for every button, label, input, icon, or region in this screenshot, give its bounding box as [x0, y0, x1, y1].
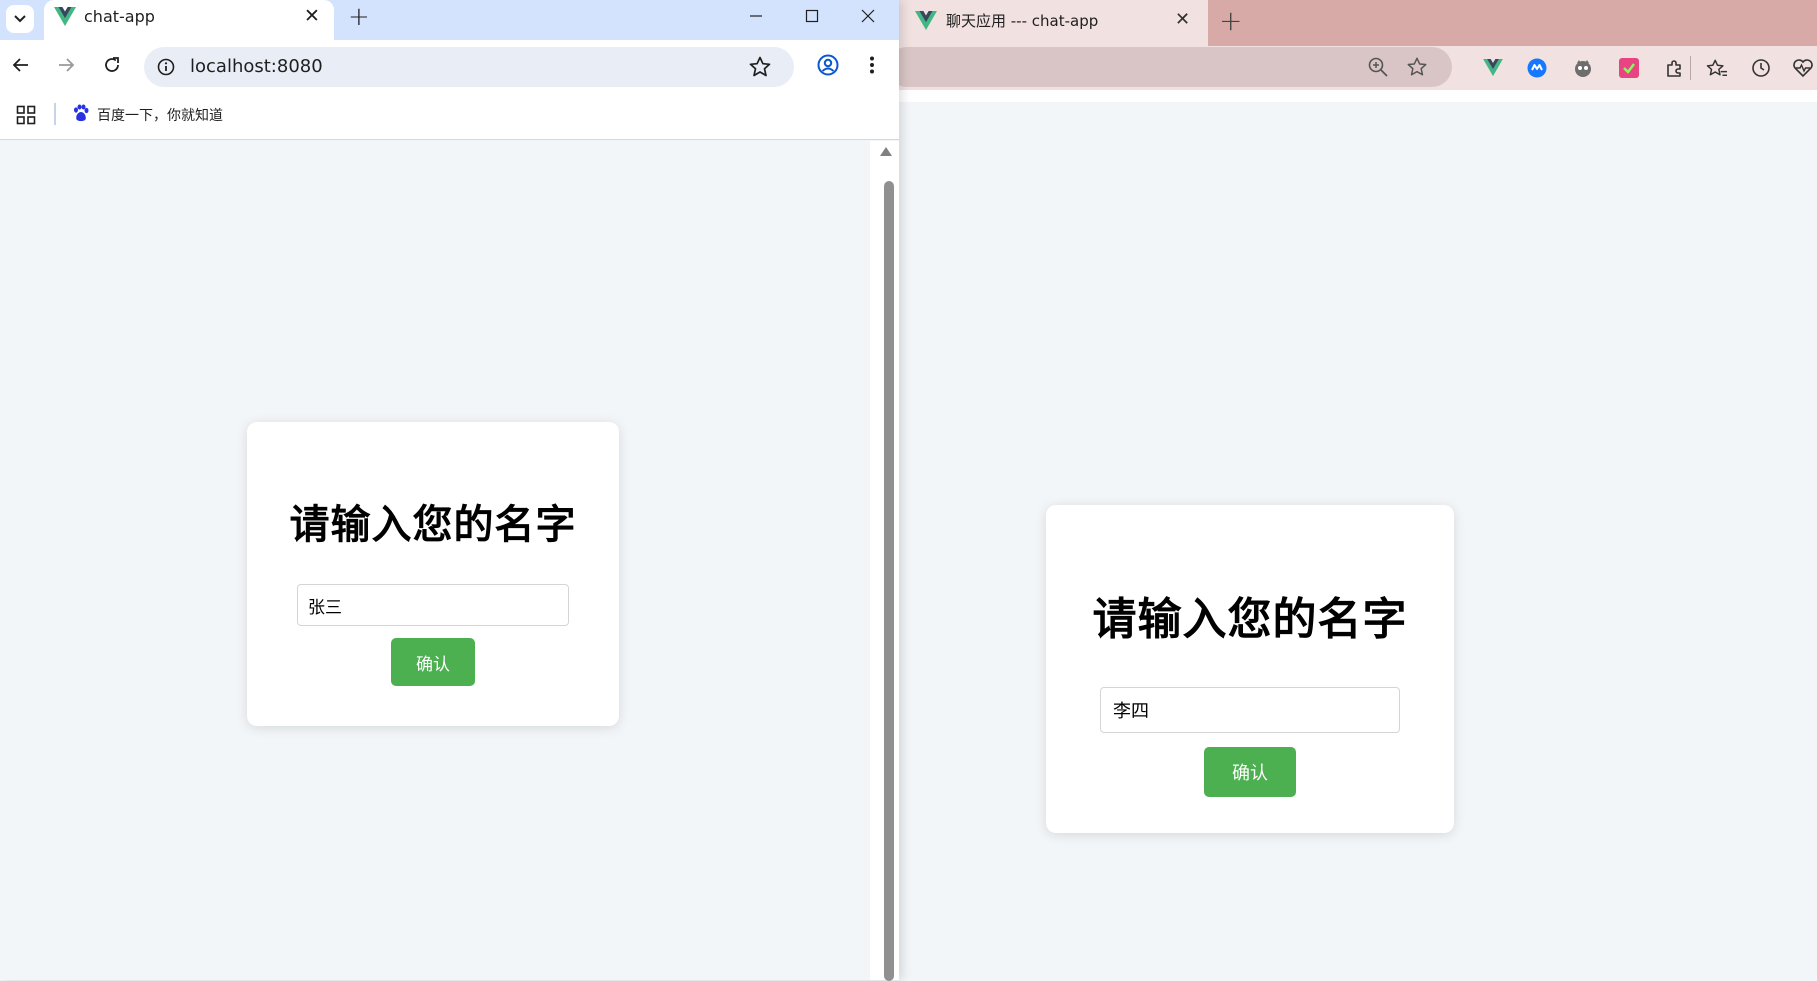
- bookmarks-divider: [54, 103, 56, 125]
- scroll-up-arrow-icon[interactable]: [880, 147, 892, 156]
- right-page-top-band: [899, 90, 1817, 102]
- name-entry-card: 请输入您的名字 确认: [1046, 505, 1454, 833]
- gray-extension-icon[interactable]: [1571, 56, 1595, 80]
- left-browser-window: chat-app ✕ + localhost:8080 百度一下，你就知道 请输…: [0, 0, 899, 981]
- close-icon[interactable]: ✕: [1175, 9, 1190, 30]
- forward-icon[interactable]: [51, 50, 81, 80]
- right-browser-window: 聊天应用 --- chat-app ✕ + 请输入您的名字 李四 确认: [887, 0, 1817, 980]
- left-tab-title: chat-app: [84, 7, 155, 26]
- info-icon[interactable]: [156, 57, 176, 81]
- url-text[interactable]: localhost:8080: [190, 56, 323, 77]
- right-tab-active[interactable]: 聊天应用 --- chat-app ✕: [899, 0, 1208, 46]
- history-icon[interactable]: [1749, 56, 1773, 80]
- confirm-button[interactable]: 确认: [1204, 747, 1296, 797]
- back-icon[interactable]: [6, 50, 36, 80]
- vue-logo-icon: [915, 11, 937, 35]
- plus-icon[interactable]: +: [1219, 4, 1242, 37]
- heartbeat-icon[interactable]: [1791, 56, 1815, 80]
- right-page-content: 请输入您的名字 确认: [899, 102, 1817, 980]
- apps-icon[interactable]: [16, 105, 36, 129]
- close-icon[interactable]: ✕: [304, 5, 320, 27]
- card-heading: 请输入您的名字: [289, 502, 577, 548]
- name-input[interactable]: [297, 584, 569, 626]
- tab-search-icon[interactable]: [6, 5, 34, 33]
- right-toolbar: [887, 46, 1817, 90]
- zoom-icon[interactable]: [1367, 56, 1389, 82]
- confirm-button[interactable]: 确认: [391, 638, 475, 686]
- toolbar-divider: [1690, 56, 1691, 80]
- profile-icon[interactable]: [813, 50, 843, 80]
- bookmark-baidu[interactable]: 百度一下，你就知道: [72, 104, 223, 126]
- blue-extension-icon[interactable]: [1525, 56, 1549, 80]
- vue-logo-icon: [54, 7, 76, 31]
- pink-extension-icon[interactable]: [1617, 56, 1641, 80]
- vertical-scrollbar[interactable]: [870, 141, 899, 981]
- name-entry-card: 请输入您的名字 确认: [247, 422, 619, 726]
- right-tab-title: 聊天应用 --- chat-app: [946, 12, 1099, 30]
- plus-icon[interactable]: +: [348, 2, 370, 32]
- favorites-icon[interactable]: [1705, 56, 1729, 80]
- left-tab-strip: chat-app ✕ +: [0, 0, 899, 40]
- maximize-icon[interactable]: [784, 0, 840, 32]
- left-tab-active[interactable]: chat-app ✕: [44, 0, 334, 40]
- more-icon[interactable]: [857, 50, 887, 80]
- vue-devtools-extension-icon[interactable]: [1481, 56, 1505, 80]
- card-heading: 请输入您的名字: [1092, 594, 1408, 645]
- address-bar[interactable]: localhost:8080: [144, 47, 794, 87]
- star-icon[interactable]: [1406, 56, 1428, 82]
- bookmarks-bar: 百度一下，你就知道: [0, 90, 899, 140]
- star-icon[interactable]: [748, 55, 772, 83]
- bookmark-label: 百度一下，你就知道: [97, 108, 223, 124]
- name-input[interactable]: [1100, 687, 1400, 733]
- right-address-bar[interactable]: [887, 47, 1452, 87]
- close-window-icon[interactable]: [840, 0, 896, 32]
- right-tab-strip: 聊天应用 --- chat-app ✕ +: [899, 0, 1817, 46]
- left-toolbar: localhost:8080: [0, 40, 899, 90]
- minimize-icon[interactable]: [728, 0, 784, 32]
- baidu-paw-icon: [72, 104, 90, 126]
- reload-icon[interactable]: [97, 50, 127, 80]
- extensions-icon[interactable]: [1663, 56, 1687, 80]
- scrollbar-thumb[interactable]: [884, 181, 894, 981]
